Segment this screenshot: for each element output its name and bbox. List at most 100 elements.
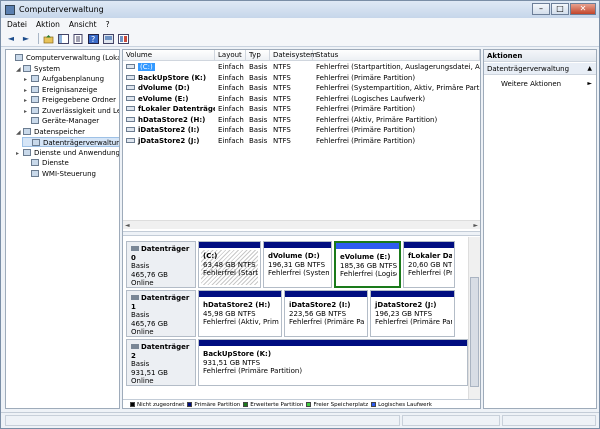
minimize-button[interactable]: –: [532, 3, 550, 15]
partition-block[interactable]: (C:) 63,48 GB NTFS Fehlerfrei (Startp: [198, 241, 261, 288]
disk-name-row: Datenträger 2: [131, 343, 195, 360]
tree-node[interactable]: Datenträgerverwaltung: [22, 137, 120, 147]
tree-node[interactable]: Dienste: [24, 158, 69, 168]
volume-name: BackUpStore (K:): [138, 73, 207, 82]
partition-name: jDataStore2 (J:): [375, 301, 437, 309]
table-cell: Einfach: [218, 63, 244, 71]
column-header[interactable]: Typ: [246, 50, 270, 61]
up-folder-icon[interactable]: [42, 33, 54, 44]
table-cell: NTFS: [273, 126, 291, 134]
volume-icon: [126, 137, 135, 143]
volume-name: jDataStore2 (J:): [138, 136, 200, 145]
tree-node[interactable]: ▸ Aufgabenplanung: [24, 74, 104, 84]
scrollbar-thumb[interactable]: [470, 277, 479, 387]
expand-arrow-icon[interactable]: ▸: [24, 86, 31, 96]
menu-datei[interactable]: Datei: [7, 20, 27, 29]
disk-type: Basis: [131, 311, 150, 319]
table-row[interactable]: eVolume (E:) Einfach Basis NTFS Fehlerfrei (…: [123, 94, 480, 105]
title-bar[interactable]: Computerverwaltung – □ ✕: [1, 1, 599, 18]
tree-node[interactable]: ▸ Zuverlässigkeit und Leis: [24, 106, 119, 117]
close-button[interactable]: ✕: [570, 3, 596, 15]
show-tree-icon[interactable]: [57, 33, 69, 44]
partition-info: iDataStore2 (I:) 223,56 GB NTFS Fehlerfrei…: [287, 299, 365, 334]
disk-graphical-view: Datenträger 0 Basis 465,76 GB Online (C:) 63,…: [123, 237, 480, 399]
chevron-up-icon[interactable]: ▲: [587, 63, 592, 75]
scroll-left-icon[interactable]: ◄: [125, 222, 130, 229]
disk-label[interactable]: Datenträger 0 Basis 465,76 GB Online: [126, 241, 196, 288]
table-row[interactable]: (C:) Einfach Basis NTFS Fehlerfrei (Startpar…: [123, 62, 480, 73]
vertical-scrollbar[interactable]: [468, 237, 480, 399]
console-icon[interactable]: [102, 33, 114, 44]
pane-splitter[interactable]: [123, 231, 480, 236]
disk-label[interactable]: Datenträger 2 Basis 931,51 GB Online: [126, 339, 196, 386]
status-segment: [502, 415, 596, 426]
back-arrow-icon[interactable]: ◄: [5, 33, 17, 44]
partition-block[interactable]: iDataStore2 (I:) 223,56 GB NTFS Fehlerfrei…: [284, 290, 368, 337]
menu-ansicht[interactable]: Ansicht: [69, 20, 97, 29]
navigation-tree: Computerverwaltung (Lokal) ◢ System ▸ Aufgab…: [5, 49, 120, 409]
help-icon[interactable]: ?: [87, 33, 99, 44]
expand-arrow-icon[interactable]: ▸: [24, 75, 31, 85]
partition-status: Fehlerfrei (Startp: [203, 269, 258, 277]
table-row[interactable]: iDataStore2 (I:) Einfach Basis NTFS Fehlerfr…: [123, 125, 480, 136]
disk-name: Datenträger 1: [131, 294, 190, 311]
table-row[interactable]: jDataStore2 (J:) Einfach Basis NTFS Fehlerfr…: [123, 136, 480, 147]
disk-management-pane: Volume Layout Typ Dateisystem Status (C:) Ein…: [122, 49, 481, 409]
partition-size: 63,48 GB NTFS: [203, 260, 256, 269]
column-header[interactable]: Dateisystem: [270, 50, 317, 61]
volume-icon: [126, 85, 135, 90]
menu-help[interactable]: ?: [106, 20, 110, 29]
partition-name: hDataStore2 (H:): [203, 301, 271, 309]
tree-node[interactable]: Geräte-Manager: [24, 116, 99, 126]
partition-block[interactable]: BackUpStore (K:) 931,51 GB NTFS Fehlerfrei…: [198, 339, 468, 386]
partition-status: Fehlerfrei (Aktiv, Prim: [203, 318, 279, 326]
table-row[interactable]: hDataStore2 (H:) Einfach Basis NTFS Fehlerfr…: [123, 115, 480, 126]
view-icon[interactable]: [117, 33, 129, 44]
actions-section-disk-management[interactable]: Datenträgerverwaltung ▲: [484, 63, 596, 75]
horizontal-scrollbar[interactable]: ◄ ►: [123, 220, 480, 229]
disk-label[interactable]: Datenträger 1 Basis 465,76 GB Online: [126, 290, 196, 337]
table-cell: jDataStore2 (J:): [123, 136, 215, 147]
table-row[interactable]: BackUpStore (K:) Einfach Basis NTFS Fehlerfr…: [123, 73, 480, 84]
expand-arrow-icon[interactable]: ▸: [24, 96, 31, 106]
table-cell: Einfach: [218, 136, 244, 145]
disk-status: Online: [131, 377, 154, 385]
table-row[interactable]: dVolume (D:) Einfach Basis NTFS Fehlerfrei (…: [123, 83, 480, 94]
tree-node[interactable]: ◢ System: [16, 64, 60, 74]
status-bar: [1, 412, 599, 428]
main-window: Computerverwaltung – □ ✕ Datei Aktion An…: [0, 0, 600, 429]
maximize-button[interactable]: □: [551, 3, 569, 15]
tree-node[interactable]: ▸ Freigegebene Ordner: [24, 95, 116, 105]
disk-size: 931,51 GB: [131, 368, 168, 377]
properties-icon[interactable]: [72, 33, 84, 44]
partition-block[interactable]: dVolume (D:) 196,31 GB NTFS Fehlerfrei (Sy…: [263, 241, 332, 288]
partition-block[interactable]: jDataStore2 (J:) 196,23 GB NTFS Fehlerfrei…: [370, 290, 455, 337]
expand-arrow-icon[interactable]: ▸: [24, 107, 31, 117]
column-header[interactable]: Volume: [123, 50, 215, 61]
status-segment: [5, 415, 400, 426]
tree-node-label: Ereignisanzeige: [42, 85, 98, 94]
expand-arrow-icon[interactable]: ◢: [16, 65, 23, 75]
volume-name: hDataStore2 (H:): [138, 115, 206, 124]
legend-label: Freier Speicherplatz: [313, 401, 369, 408]
column-header[interactable]: Layout: [215, 50, 246, 61]
partition-block[interactable]: fLokaler Daten20,60 GB NTFSFehlerfrei (P…: [403, 241, 455, 288]
computer-management-icon: [5, 4, 15, 15]
expand-arrow-icon[interactable]: ▸: [16, 149, 23, 159]
tree-node[interactable]: Computerverwaltung (Lokal): [8, 53, 119, 63]
tree-node[interactable]: ◢ Datenspeicher: [16, 127, 85, 137]
scroll-right-icon[interactable]: ►: [473, 222, 478, 229]
tree-node[interactable]: WMI-Steuerung: [24, 169, 96, 179]
tree-node[interactable]: ▸ Dienste und Anwendungen: [16, 148, 119, 159]
tree-node-label: Datenträgerverwaltung: [43, 139, 120, 147]
partition-block[interactable]: eVolume (E:) 185,36 GB NTFS Fehlerfrei (Lo…: [334, 241, 401, 288]
partition-block[interactable]: hDataStore2 (H:) 45,98 GB NTFS Fehlerfrei …: [198, 290, 282, 337]
column-header[interactable]: Status: [313, 50, 480, 61]
expand-arrow-icon[interactable]: ◢: [16, 128, 23, 138]
tree-node[interactable]: ▸ Ereignisanzeige: [24, 85, 97, 95]
menu-aktion[interactable]: Aktion: [36, 20, 60, 29]
forward-arrow-icon[interactable]: ►: [20, 33, 32, 44]
table-cell: Basis: [249, 115, 268, 124]
table-row[interactable]: fLokaler Datenträger (F:)Einfach Basis NTF…: [123, 104, 480, 115]
more-actions-link[interactable]: Weitere Aktionen ►: [501, 79, 596, 89]
